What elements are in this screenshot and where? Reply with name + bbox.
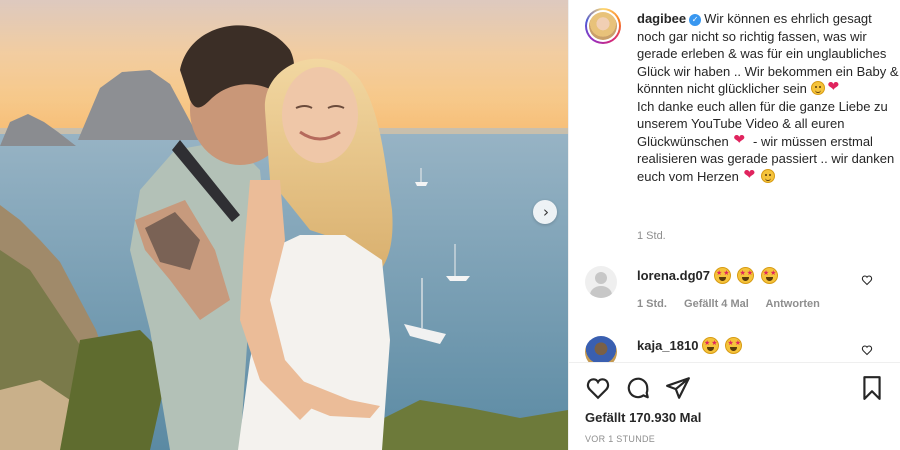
author-avatar[interactable] — [585, 8, 621, 44]
heart-emoji-icon — [733, 132, 748, 149]
likes-count[interactable]: Gefällt 170.930 Mal — [585, 410, 701, 425]
next-photo-button[interactable]: › — [533, 200, 557, 224]
chevron-right-icon: › — [543, 202, 549, 221]
heart-eyes-emoji-icon — [714, 267, 731, 284]
heart-eyes-emoji-icon — [737, 267, 755, 284]
heart-eyes-emoji-icon — [725, 337, 743, 354]
author-username[interactable]: dagibee — [637, 11, 686, 26]
comment-emojis — [701, 337, 743, 357]
heart-emoji-icon — [827, 79, 842, 96]
caption-text: dagibee ✓ Wir können es ehrlich gesagt noc… — [637, 10, 899, 185]
heart-eyes-emoji-icon — [702, 337, 719, 354]
verified-badge-icon: ✓ — [689, 14, 702, 26]
smile-emoji-icon — [760, 168, 775, 183]
comment-likes[interactable]: Gefällt 4 Mal — [684, 298, 749, 310]
smile-emoji-icon — [811, 81, 826, 95]
comment-meta: 1 Std. Gefällt 4 Mal Antworten — [637, 298, 834, 310]
heart-emoji-icon — [744, 167, 759, 184]
post-photo[interactable]: › — [0, 0, 568, 450]
post-panel: dagibee ✓ Wir können es ehrlich gesagt noc… — [568, 0, 900, 450]
commenter-username[interactable]: lorena.dg07 — [637, 268, 710, 283]
heart-eyes-emoji-icon — [760, 267, 778, 284]
reply-button[interactable]: Antworten — [765, 298, 819, 310]
instagram-post: › dagibee ✓ Wir können es ehrlich gesagt n… — [0, 0, 900, 450]
post-age[interactable]: VOR 1 STUNDE — [585, 434, 655, 444]
heart-outline-icon[interactable] — [861, 344, 873, 356]
caption-time[interactable]: 1 Std. — [637, 230, 666, 242]
heart-icon[interactable] — [585, 375, 611, 401]
comment-time[interactable]: 1 Std. — [637, 298, 667, 310]
comment-item: kaja_1810 — [585, 336, 885, 362]
action-bar: Gefällt 170.930 Mal VOR 1 STUNDE — [569, 362, 900, 450]
commenter-avatar[interactable] — [585, 336, 617, 362]
commenter-username[interactable]: kaja_1810 — [637, 338, 698, 353]
heart-outline-icon[interactable] — [861, 274, 873, 286]
comments-scroll-area[interactable]: dagibee ✓ Wir können es ehrlich gesagt noc… — [569, 0, 900, 362]
photo-scene — [0, 0, 568, 450]
share-icon[interactable] — [665, 375, 691, 401]
comment-emojis — [713, 267, 779, 287]
comment-icon[interactable] — [625, 375, 651, 401]
comment-item: lorena.dg07 1 Std. Gefällt 4 Mal Antwort… — [585, 266, 885, 310]
commenter-avatar[interactable] — [585, 266, 617, 298]
bookmark-icon[interactable] — [859, 375, 885, 401]
